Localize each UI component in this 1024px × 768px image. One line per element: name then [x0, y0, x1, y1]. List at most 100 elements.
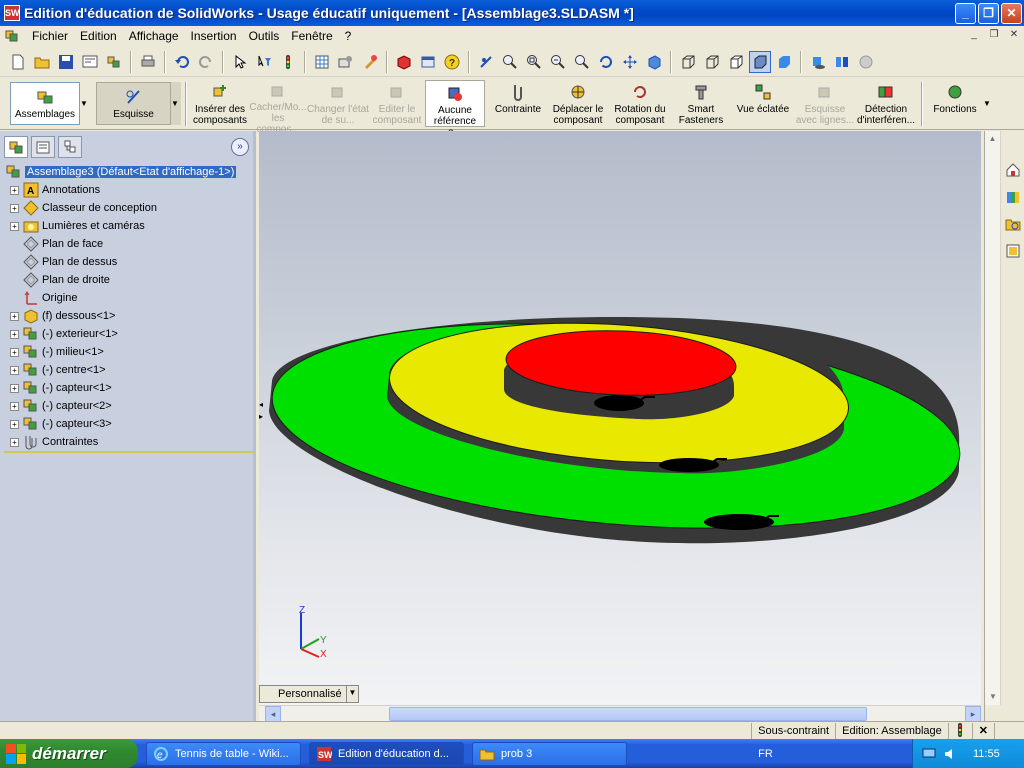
appearance-icon[interactable]: [359, 51, 381, 73]
tree-item[interactable]: Plan de face: [0, 235, 253, 253]
menu-edition[interactable]: Edition: [74, 29, 123, 43]
rebuild-status-icon[interactable]: [947, 722, 972, 739]
network-icon[interactable]: [921, 746, 937, 762]
zoom-selection-icon[interactable]: [571, 51, 593, 73]
move-component-button[interactable]: Déplacer le composant: [547, 78, 609, 129]
interference-detection-button[interactable]: Détection d'interféren...: [855, 78, 917, 129]
menu-help[interactable]: ?: [339, 29, 358, 43]
graphics-area[interactable]: Z Y X ◂ ▸ Personnalisé ▼: [259, 131, 981, 705]
sketch-relation-icon[interactable]: [475, 51, 497, 73]
status-close-icon[interactable]: ✕: [971, 722, 994, 739]
expand-icon[interactable]: +: [10, 203, 19, 213]
menu-fenetre[interactable]: Fenêtre: [285, 29, 338, 43]
menu-fichier[interactable]: Fichier: [26, 29, 74, 43]
chevron-down-icon[interactable]: ▼: [983, 78, 993, 129]
expand-icon[interactable]: +: [10, 329, 19, 339]
realview-icon[interactable]: [855, 51, 877, 73]
doc-restore-button[interactable]: ❐: [986, 29, 1002, 43]
grid-icon[interactable]: [311, 51, 333, 73]
section-view-icon[interactable]: [831, 51, 853, 73]
scroll-right-icon[interactable]: ▸: [965, 706, 981, 722]
chevron-down-icon[interactable]: ▼: [80, 78, 90, 129]
open-icon[interactable]: [31, 51, 53, 73]
expand-panel-icon[interactable]: »: [231, 138, 249, 156]
clock[interactable]: 11:55: [973, 748, 1000, 760]
start-button[interactable]: démarrer: [0, 739, 138, 768]
scrollbar-thumb[interactable]: [389, 707, 867, 721]
expand-icon[interactable]: +: [10, 185, 19, 195]
tree-item[interactable]: Plan de droite: [0, 271, 253, 289]
tree-item[interactable]: + Classeur de conception: [0, 199, 253, 217]
change-suppression-state-button[interactable]: Changer l'état de su...: [307, 78, 369, 129]
chevron-down-icon[interactable]: ▼: [346, 686, 358, 702]
zoom-in-out-icon[interactable]: [547, 51, 569, 73]
tab-propertymanager[interactable]: [31, 136, 55, 158]
insert-components-button[interactable]: Insérer des composants: [191, 78, 249, 129]
tree-item[interactable]: Origine: [0, 289, 253, 307]
zoom-fit-icon[interactable]: [499, 51, 521, 73]
volume-icon[interactable]: [943, 746, 959, 762]
file-explorer-icon[interactable]: [1003, 213, 1023, 235]
expand-icon[interactable]: +: [10, 383, 19, 393]
smart-fasteners-button[interactable]: Smart Fasteners: [671, 78, 731, 129]
expand-icon[interactable]: +: [10, 347, 19, 357]
taskbar-item-browser[interactable]: e Tennis de table - Wiki...: [146, 741, 301, 766]
solidworks-app-icon[interactable]: SW: [4, 5, 20, 21]
tree-item[interactable]: Plan de dessus: [0, 253, 253, 271]
new-icon[interactable]: [7, 51, 29, 73]
rollback-bar[interactable]: [4, 451, 253, 453]
pan-icon[interactable]: [619, 51, 641, 73]
tree-root-assembly[interactable]: Assemblage3 (Défaut<Etat d'affichage-1>): [0, 163, 253, 181]
zoom-area-icon[interactable]: [523, 51, 545, 73]
taskbar-item-solidworks[interactable]: SW Edition d'éducation d...: [309, 741, 464, 766]
tree-item[interactable]: + (-) milieu<1>: [0, 343, 253, 361]
print-icon[interactable]: [137, 51, 159, 73]
panel-collapse-icon[interactable]: ◂ ▸: [259, 399, 265, 423]
options-icon[interactable]: [335, 51, 357, 73]
expand-icon[interactable]: +: [10, 221, 19, 231]
vertical-scrollbar[interactable]: ▲ ▼: [985, 131, 1001, 705]
rotate-component-button[interactable]: Rotation du composant: [609, 78, 671, 129]
mate-button[interactable]: Contrainte: [489, 78, 547, 129]
save-icon[interactable]: [55, 51, 77, 73]
redo-icon[interactable]: [195, 51, 217, 73]
hidden-lines-visible-icon[interactable]: [701, 51, 723, 73]
explode-line-sketch-button[interactable]: Esquisse avec lignes...: [795, 78, 855, 129]
design-library-icon[interactable]: [1003, 186, 1023, 208]
make-drawing-icon[interactable]: [79, 51, 101, 73]
minimize-button[interactable]: _: [955, 2, 976, 24]
expand-icon[interactable]: +: [10, 311, 19, 321]
undo-icon[interactable]: [171, 51, 193, 73]
configuration-dropdown[interactable]: Personnalisé ▼: [259, 685, 359, 703]
tree-item[interactable]: + (-) capteur<3>: [0, 415, 253, 433]
shaded-icon[interactable]: [773, 51, 795, 73]
rotate-view-icon[interactable]: [595, 51, 617, 73]
view-palette-icon[interactable]: [1003, 240, 1023, 262]
tree-item[interactable]: + Contraintes: [0, 433, 253, 451]
scroll-up-icon[interactable]: ▲: [985, 131, 1000, 147]
shadows-icon[interactable]: [807, 51, 829, 73]
chevron-down-icon[interactable]: ▼: [171, 82, 181, 125]
make-assembly-icon[interactable]: [103, 51, 125, 73]
tree-item[interactable]: + (-) centre<1>: [0, 361, 253, 379]
features-button[interactable]: Fonctions: [927, 78, 983, 129]
tab-featuremanager[interactable]: [4, 136, 28, 158]
hidden-lines-removed-icon[interactable]: [725, 51, 747, 73]
scroll-down-icon[interactable]: ▼: [985, 689, 1001, 705]
tab-configurationmanager[interactable]: [58, 136, 82, 158]
wireframe-icon[interactable]: [677, 51, 699, 73]
close-button[interactable]: ✕: [1001, 2, 1022, 24]
exploded-view-button[interactable]: Vue éclatée: [731, 78, 795, 129]
assembly-model[interactable]: Z Y X: [259, 131, 981, 705]
hide-show-components-button[interactable]: Cacher/Mo... les compos...: [249, 78, 307, 135]
expand-icon[interactable]: +: [10, 437, 19, 447]
tree-item[interactable]: + (f) dessous<1>: [0, 307, 253, 325]
shaded-edges-icon[interactable]: [749, 50, 771, 73]
tree-item[interactable]: + (-) capteur<1>: [0, 379, 253, 397]
menu-insertion[interactable]: Insertion: [185, 29, 243, 43]
tree-item[interactable]: + (-) exterieur<1>: [0, 325, 253, 343]
maximize-button[interactable]: ❐: [978, 2, 999, 24]
language-indicator[interactable]: FR: [758, 748, 773, 760]
doc-minimize-button[interactable]: _: [966, 29, 982, 43]
expand-icon[interactable]: +: [10, 401, 19, 411]
